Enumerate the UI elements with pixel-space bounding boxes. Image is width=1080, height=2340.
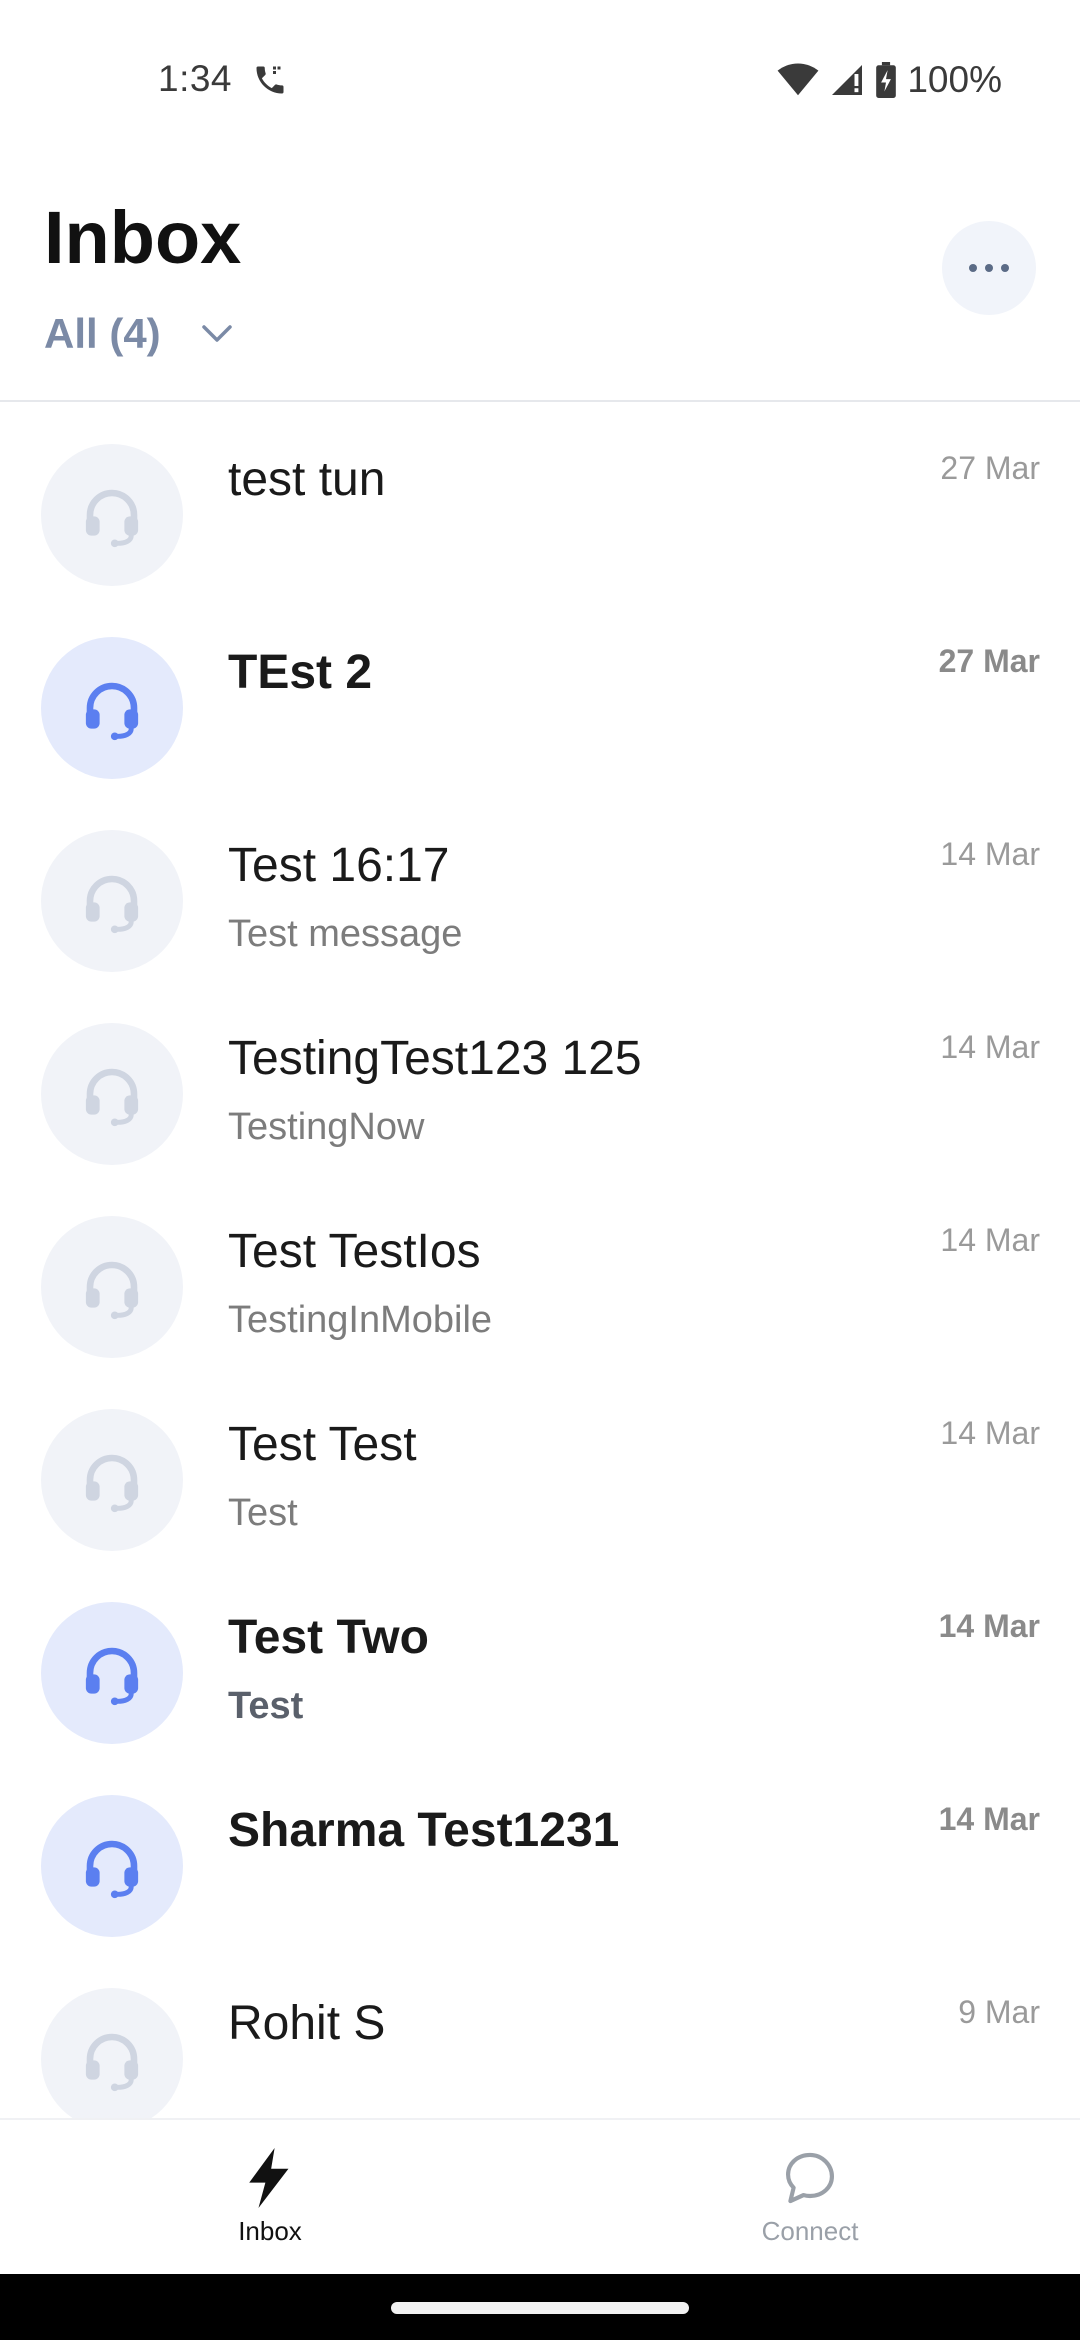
conversation-date: 9 Mar	[958, 1994, 1040, 2030]
conversation-item[interactable]: TEst 2 27 Mar	[0, 595, 1080, 788]
status-indicators: 100%	[777, 58, 1002, 102]
more-options-button[interactable]	[942, 221, 1036, 315]
conversation-preview: Test message	[228, 913, 463, 955]
home-gesture-handle[interactable]	[391, 2302, 689, 2314]
avatar	[41, 444, 183, 586]
conversation-date: 14 Mar	[938, 1801, 1040, 1837]
avatar	[41, 1795, 183, 1937]
conversation-name: TestingTest123 125	[228, 1032, 642, 1085]
inbox-header: Inbox All (4)	[0, 165, 1080, 402]
conversation-preview: TestingInMobile	[228, 1299, 493, 1341]
conversation-date: 14 Mar	[938, 1608, 1040, 1644]
bottom-navigation: Inbox Connect	[0, 2118, 1080, 2274]
avatar	[41, 1216, 183, 1358]
nav-tab-inbox[interactable]: Inbox	[170, 2148, 370, 2247]
conversation-item[interactable]: Test 16:17 Test message 14 Mar	[0, 788, 1080, 981]
conversation-item[interactable]: test tun 27 Mar	[0, 402, 1080, 595]
conversation-name: Sharma Test1231	[228, 1804, 620, 1857]
conversation-date: 14 Mar	[940, 1029, 1040, 1065]
chevron-down-icon	[201, 325, 232, 342]
avatar	[41, 1602, 183, 1744]
chat-bubble-icon	[785, 2152, 834, 2204]
conversation-name: TEst 2	[228, 646, 373, 699]
conversation-name: Test TestIos	[228, 1225, 481, 1278]
nav-label-connect: Connect	[761, 2216, 859, 2246]
headset-icon	[85, 875, 139, 934]
avatar	[41, 1023, 183, 1165]
conversation-preview: Test	[228, 1492, 298, 1534]
filter-dropdown[interactable]: All (4)	[44, 310, 233, 358]
headset-icon	[85, 1068, 139, 1127]
more-dot	[1001, 264, 1009, 272]
page-title: Inbox	[44, 196, 242, 279]
battery-charging-icon	[876, 62, 897, 98]
headset-icon	[85, 1647, 139, 1706]
headset-icon	[85, 2033, 139, 2092]
avatar	[41, 830, 183, 972]
conversation-item[interactable]: Sharma Test1231 14 Mar	[0, 1753, 1080, 1946]
phone-call-icon	[256, 66, 284, 94]
headset-icon	[85, 1840, 139, 1899]
conversation-name: Test 16:17	[228, 839, 450, 892]
headset-icon	[85, 682, 139, 741]
conversation-name: Test Two	[228, 1611, 429, 1664]
filter-label: All (4)	[44, 310, 161, 357]
conversation-item[interactable]: Test TestIos TestingInMobile 14 Mar	[0, 1174, 1080, 1367]
nav-label-inbox: Inbox	[238, 2216, 302, 2246]
system-navigation-bar	[0, 2274, 1080, 2340]
conversation-name: Rohit S	[228, 1997, 386, 2050]
avatar	[41, 1409, 183, 1551]
avatar	[41, 637, 183, 779]
conversation-date: 14 Mar	[940, 1222, 1040, 1258]
battery-percentage: 100%	[907, 59, 1002, 100]
cellular-signal-icon	[832, 65, 863, 95]
lightning-bolt-icon	[249, 2148, 289, 2208]
conversation-date: 14 Mar	[940, 836, 1040, 872]
headset-icon	[85, 1261, 139, 1320]
conversation-preview: TestingNow	[228, 1106, 425, 1148]
conversation-item[interactable]: Test Two Test 14 Mar	[0, 1560, 1080, 1753]
more-horizontal-icon	[969, 264, 977, 272]
conversation-name: Test Test	[228, 1418, 417, 1471]
conversation-date: 14 Mar	[940, 1415, 1040, 1451]
conversation-item[interactable]: TestingTest123 125 TestingNow 14 Mar	[0, 981, 1080, 1174]
conversation-date: 27 Mar	[940, 450, 1040, 486]
conversation-item[interactable]: Rohit S 9 Mar	[0, 1946, 1080, 2118]
nav-tab-connect[interactable]: Connect	[710, 2148, 910, 2247]
avatar	[41, 1988, 183, 2118]
status-bar: 1:34 100%	[0, 0, 1080, 165]
status-time: 1:34	[158, 58, 233, 99]
conversation-date: 27 Mar	[938, 643, 1040, 679]
conversation-item[interactable]: Test Test Test 14 Mar	[0, 1367, 1080, 1560]
headset-icon	[85, 1454, 139, 1513]
wifi-icon	[777, 63, 819, 96]
conversation-list[interactable]: test tun 27 Mar TEst 2 27 Mar Test 16:17 Test…	[0, 402, 1080, 2118]
more-dot	[985, 264, 993, 272]
headset-icon	[85, 489, 139, 548]
conversation-preview: Test	[228, 1685, 304, 1727]
conversation-name: test tun	[228, 453, 386, 506]
